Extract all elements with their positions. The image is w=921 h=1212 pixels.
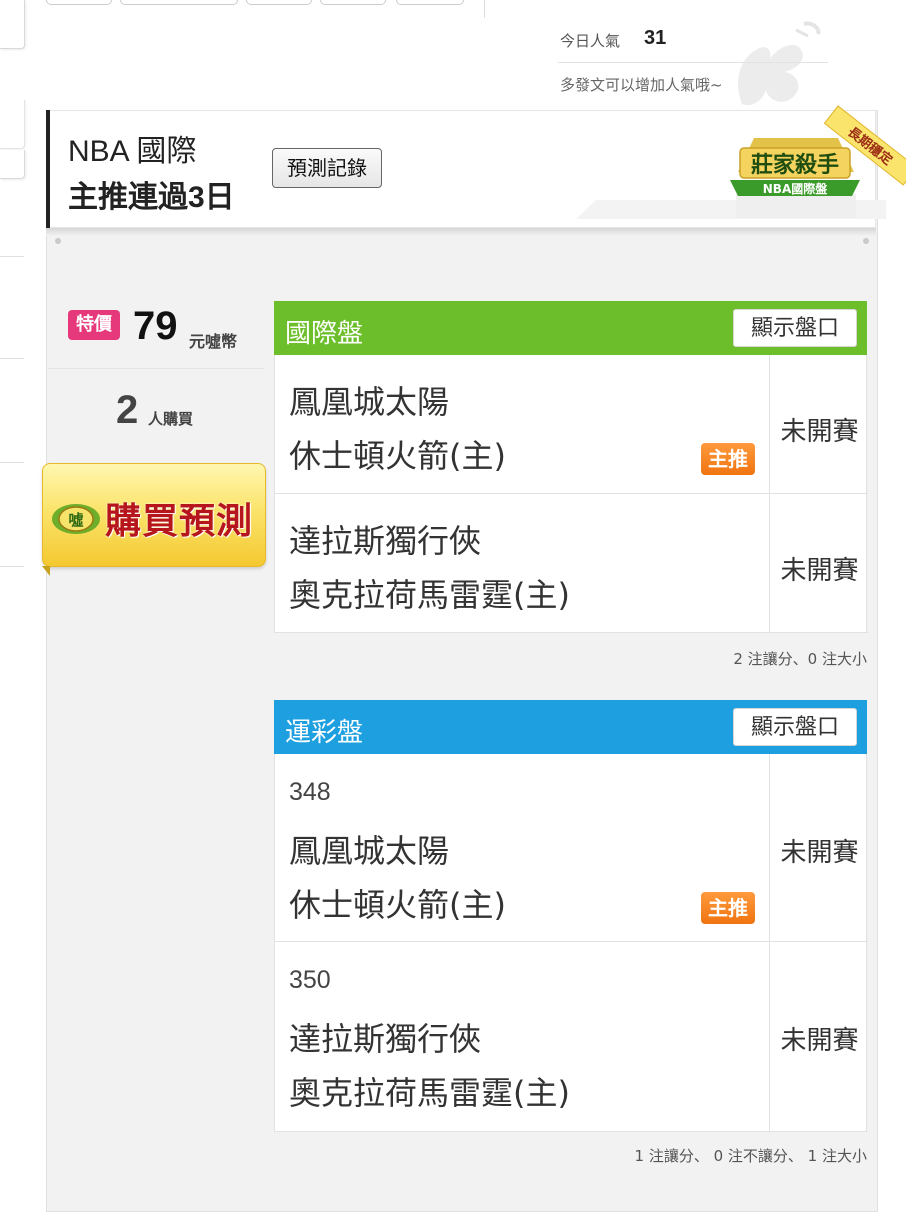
game-status: 未開賽 [780, 1026, 859, 1056]
popularity-value: 31 [644, 27, 667, 49]
left-panel-edge [0, 0, 26, 1184]
pin-icon [863, 238, 869, 244]
home-team: 休士頓火箭(主) [289, 886, 506, 924]
badge-subtitle-text: NBA國際盤 [763, 181, 828, 196]
popularity-label: 今日人氣 [560, 32, 621, 50]
header-accent-bar [46, 110, 50, 228]
intl-table-header: 國際盤 顯示盤口 [274, 301, 867, 355]
top-tab[interactable] [320, 0, 386, 5]
league-title: NBA 國際 [68, 135, 197, 168]
left-tab[interactable] [0, 0, 25, 49]
price-value: 79 [133, 304, 178, 348]
popularity-hint: 多發文可以增加人氣哦~ [560, 76, 723, 94]
left-tab[interactable] [0, 150, 25, 179]
coin-icon: 噓 [52, 504, 100, 534]
away-team: 鳳凰城太陽 [289, 832, 450, 870]
game-status: 未開賽 [780, 417, 859, 447]
lottery-table-header: 運彩盤 顯示盤口 [274, 700, 867, 754]
game-status: 未開賽 [780, 556, 859, 586]
lottery-table-body: 348 鳳凰城太陽 休士頓火箭(主) 主推 未開賽 350 達拉斯獨行俠 奧克拉… [274, 754, 868, 1132]
buyers-count: 2 [116, 388, 139, 432]
main-pick-badge: 主推 [701, 892, 755, 924]
intl-table-title: 國際盤 [285, 319, 364, 349]
intl-summary: 2 注讓分、0 注大小 [733, 650, 867, 668]
away-team: 鳳凰城太陽 [289, 383, 450, 421]
game-status: 未開賽 [780, 838, 859, 868]
table-row: 鳳凰城太陽 休士頓火箭(主) 主推 未開賽 [275, 355, 868, 494]
divider [769, 355, 770, 493]
divider [0, 256, 24, 257]
intl-table-body: 鳳凰城太陽 休士頓火箭(主) 主推 未開賽 達拉斯獨行俠 奧克拉荷馬雷霆(主) … [274, 355, 868, 633]
pin-icon [55, 238, 61, 244]
game-code: 348 [289, 778, 331, 806]
top-tab[interactable] [396, 0, 464, 5]
divider [769, 754, 770, 941]
buy-prediction-button[interactable]: 噓 購買預測 [42, 463, 266, 567]
game-code: 350 [289, 966, 331, 994]
divider [0, 462, 24, 463]
divider [484, 0, 485, 18]
streak-title: 主推連過3日 [68, 181, 235, 214]
home-team: 奧克拉荷馬雷霆(主) [289, 1074, 570, 1112]
home-team: 奧克拉荷馬雷霆(主) [289, 576, 570, 614]
away-team: 達拉斯獨行俠 [289, 1020, 482, 1058]
top-tab[interactable] [46, 0, 112, 5]
top-tab[interactable] [246, 0, 312, 5]
divider [0, 566, 24, 567]
divider [558, 62, 828, 63]
table-row: 348 鳳凰城太陽 休士頓火箭(主) 主推 未開賽 [275, 754, 868, 942]
main-pick-badge: 主推 [701, 443, 755, 475]
buy-prediction-label: 購買預測 [105, 501, 254, 542]
lottery-table-title: 運彩盤 [285, 718, 364, 748]
home-team: 休士頓火箭(主) [289, 437, 506, 475]
divider [769, 494, 770, 632]
coin-glyph: 噓 [68, 511, 83, 529]
divider [48, 368, 264, 369]
left-tab[interactable] [0, 100, 25, 149]
top-tab[interactable] [120, 0, 238, 5]
price-unit: 元噓幣 [189, 332, 238, 351]
divider [0, 358, 24, 359]
bookmaker-killer-badge-icon: 莊家殺手 NBA國際盤 長期穩定 [576, 105, 906, 219]
show-odds-button[interactable]: 顯示盤口 [733, 309, 857, 347]
divider [769, 942, 770, 1131]
away-team: 達拉斯獨行俠 [289, 522, 482, 560]
table-row: 達拉斯獨行俠 奧克拉荷馬雷霆(主) 未開賽 [275, 494, 868, 633]
badge-title-text: 莊家殺手 [751, 152, 839, 178]
show-odds-button[interactable]: 顯示盤口 [733, 708, 857, 746]
special-price-tag: 特價 [68, 310, 120, 340]
prediction-record-button[interactable]: 預測記錄 [272, 148, 382, 188]
button-tail [42, 566, 50, 576]
buyers-label: 人購買 [148, 410, 194, 428]
table-row: 350 達拉斯獨行俠 奧克拉荷馬雷霆(主) 未開賽 [275, 942, 868, 1132]
lottery-summary: 1 注讓分、 0 注不讓分、 1 注大小 [634, 1147, 867, 1165]
